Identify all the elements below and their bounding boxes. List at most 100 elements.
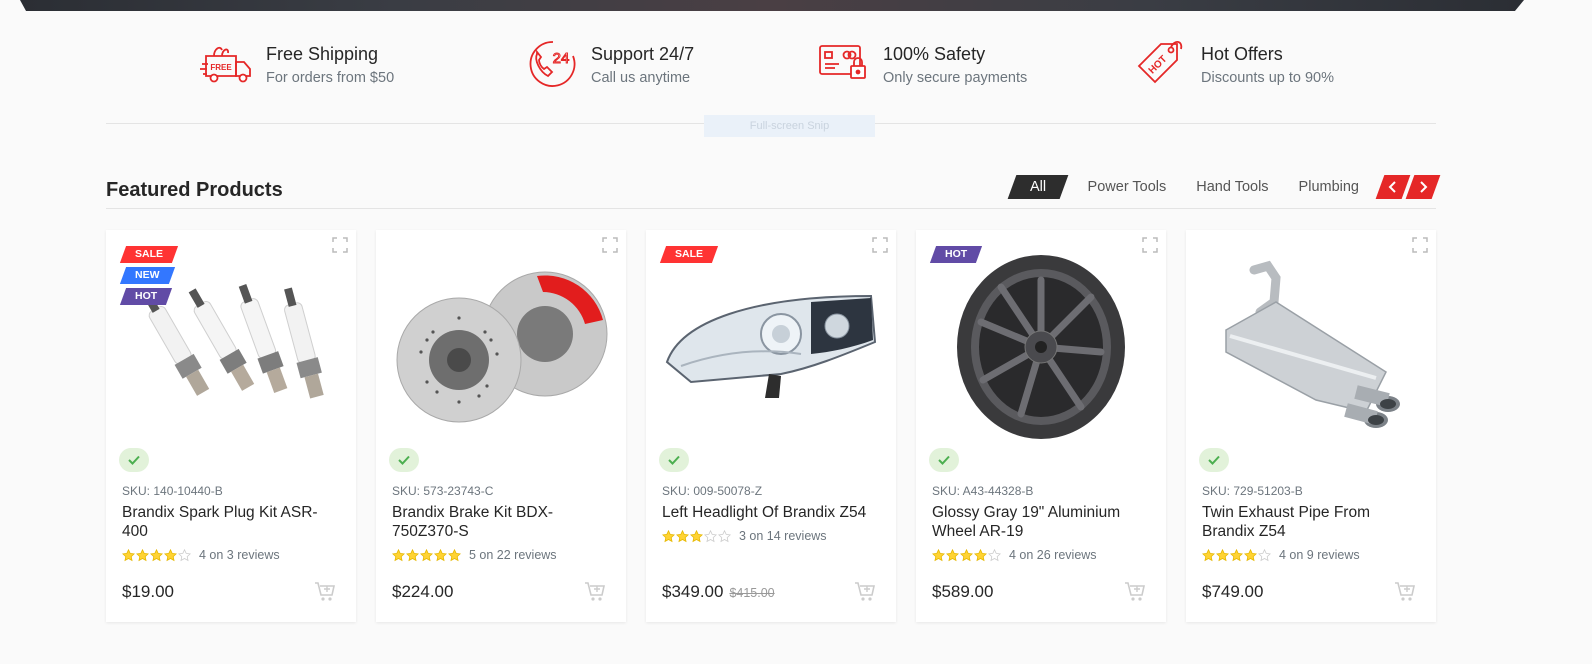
feature-title: 100% Safety xyxy=(883,44,986,64)
star-filled-icon xyxy=(932,548,945,561)
tab-hand-tools[interactable]: Hand Tools xyxy=(1181,175,1283,199)
product-image[interactable] xyxy=(926,242,1156,452)
review-count: 4 on 9 reviews xyxy=(1279,548,1360,562)
prev-arrow-button[interactable] xyxy=(1375,175,1411,199)
product-name[interactable]: Left Headlight Of Brandix Z54 xyxy=(662,503,877,522)
chevron-right-icon xyxy=(1420,181,1428,193)
star-filled-icon xyxy=(1216,548,1229,561)
star-filled-icon xyxy=(1202,548,1215,561)
section-title: Featured Products xyxy=(106,179,283,201)
product-card[interactable]: HOT SKU: A43-44328-B Glossy Gray 19" Alu… xyxy=(916,230,1166,622)
star-filled-icon xyxy=(392,548,405,561)
feature-title: Free Shipping xyxy=(266,44,379,64)
feature-subtitle: Call us anytime xyxy=(591,70,691,86)
star-filled-icon xyxy=(136,548,149,561)
product-card[interactable]: SKU: 573-23743-C Brandix Brake Kit BDX-7… xyxy=(376,230,626,622)
quickview-expand-icon[interactable] xyxy=(1412,237,1428,253)
star-empty-icon xyxy=(1258,548,1271,561)
free-shipping-truck-icon: FREE xyxy=(200,46,251,83)
product-name[interactable]: Brandix Brake Kit BDX-750Z370-S xyxy=(392,503,607,541)
star-filled-icon xyxy=(662,529,675,542)
feature-title: Support 24/7 xyxy=(591,44,695,64)
exhaust-pipe-image xyxy=(1225,260,1400,428)
sale-badge: SALE xyxy=(659,246,719,263)
feature-support: 24 Support 24/7 Call us anytime xyxy=(525,36,694,92)
quickview-expand-icon[interactable] xyxy=(872,237,888,253)
hero-banner-edge xyxy=(20,0,1524,11)
featured-products-header: Featured Products All Power Tools Hand T… xyxy=(106,172,1441,209)
product-price: $749.00 xyxy=(1202,582,1264,601)
review-count: 5 on 22 reviews xyxy=(469,548,557,562)
in-stock-badge xyxy=(929,448,959,472)
feature-subtitle: Only secure payments xyxy=(883,70,1028,86)
tab-power-tools[interactable]: Power Tools xyxy=(1073,175,1182,199)
feature-free-shipping: FREE Free Shipping For orders from $50 xyxy=(200,36,394,92)
product-image[interactable] xyxy=(1196,242,1426,452)
star-filled-icon xyxy=(1230,548,1243,561)
product-name[interactable]: Twin Exhaust Pipe From Brandix Z54 xyxy=(1202,503,1417,541)
product-price: $589.00 xyxy=(932,582,994,601)
star-filled-icon xyxy=(448,548,461,561)
star-filled-icon xyxy=(946,548,959,561)
star-filled-icon xyxy=(420,548,433,561)
review-count: 4 on 26 reviews xyxy=(1009,548,1097,562)
product-rating: 5 on 22 reviews xyxy=(392,548,557,562)
add-to-cart-icon[interactable] xyxy=(854,581,876,603)
product-name[interactable]: Brandix Spark Plug Kit ASR-400 xyxy=(122,503,337,541)
in-stock-badge xyxy=(1199,448,1229,472)
star-filled-icon xyxy=(434,548,447,561)
product-image[interactable] xyxy=(386,242,616,452)
feature-hot-offers: HOT Hot Offers Discounts up to 90% xyxy=(1135,36,1334,92)
carousel-arrows xyxy=(1375,175,1441,199)
quickview-expand-icon[interactable] xyxy=(1142,237,1158,253)
in-stock-badge xyxy=(119,448,149,472)
star-filled-icon xyxy=(676,529,689,542)
add-to-cart-icon[interactable] xyxy=(1394,581,1416,603)
rating-stars xyxy=(932,548,1001,562)
product-badges: SALE NEW HOT xyxy=(119,246,179,305)
category-tabs: All Power Tools Hand Tools Plumbing xyxy=(1008,175,1441,199)
review-count: 4 on 3 reviews xyxy=(199,548,280,562)
secure-payment-card-icon xyxy=(819,45,866,79)
rating-stars xyxy=(392,548,461,562)
star-filled-icon xyxy=(960,548,973,561)
product-price: $349.00 $415.00 xyxy=(662,582,775,601)
product-price: $19.00 xyxy=(122,582,174,601)
svg-text:24: 24 xyxy=(553,50,570,67)
product-card[interactable]: SKU: 729-51203-B Twin Exhaust Pipe From … xyxy=(1186,230,1436,622)
tab-all[interactable]: All xyxy=(1008,175,1069,199)
quickview-expand-icon[interactable] xyxy=(332,237,348,253)
star-filled-icon xyxy=(690,529,703,542)
check-icon xyxy=(938,455,950,465)
product-rating: 4 on 26 reviews xyxy=(932,548,1097,562)
sale-badge: SALE xyxy=(119,246,179,263)
product-carousel: SALE NEW HOT SKU: 140-10440-B Brandix Sp… xyxy=(106,230,1436,622)
tab-plumbing[interactable]: Plumbing xyxy=(1284,175,1374,199)
product-name[interactable]: Glossy Gray 19" Aluminium Wheel AR-19 xyxy=(932,503,1147,541)
chevron-left-icon xyxy=(1388,181,1396,193)
product-image[interactable] xyxy=(656,242,886,452)
feature-subtitle: Discounts up to 90% xyxy=(1201,70,1334,86)
review-count: 3 on 14 reviews xyxy=(739,529,827,543)
product-card[interactable]: SALE NEW HOT SKU: 140-10440-B Brandix Sp… xyxy=(106,230,356,622)
svg-text:HOT: HOT xyxy=(1147,54,1170,77)
wheel-image xyxy=(957,255,1125,439)
star-empty-icon xyxy=(718,529,731,542)
quickview-expand-icon[interactable] xyxy=(602,237,618,253)
star-filled-icon xyxy=(1244,548,1257,561)
product-rating: 4 on 3 reviews xyxy=(122,548,280,562)
star-empty-icon xyxy=(704,529,717,542)
product-rating: 3 on 14 reviews xyxy=(662,529,827,543)
star-filled-icon xyxy=(164,548,177,561)
product-sku: SKU: 140-10440-B xyxy=(122,484,223,498)
in-stock-badge xyxy=(389,448,419,472)
feature-safety: 100% Safety Only secure payments xyxy=(817,36,1027,92)
hot-offer-tag-icon: HOT xyxy=(1137,41,1183,84)
rating-stars xyxy=(1202,548,1271,562)
next-arrow-button[interactable] xyxy=(1405,175,1441,199)
rating-stars xyxy=(662,529,731,543)
add-to-cart-icon[interactable] xyxy=(1124,581,1146,603)
add-to-cart-icon[interactable] xyxy=(584,581,606,603)
product-card[interactable]: SALE SKU: 009-50078-Z Left Headlight Of … xyxy=(646,230,896,622)
add-to-cart-icon[interactable] xyxy=(314,581,336,603)
